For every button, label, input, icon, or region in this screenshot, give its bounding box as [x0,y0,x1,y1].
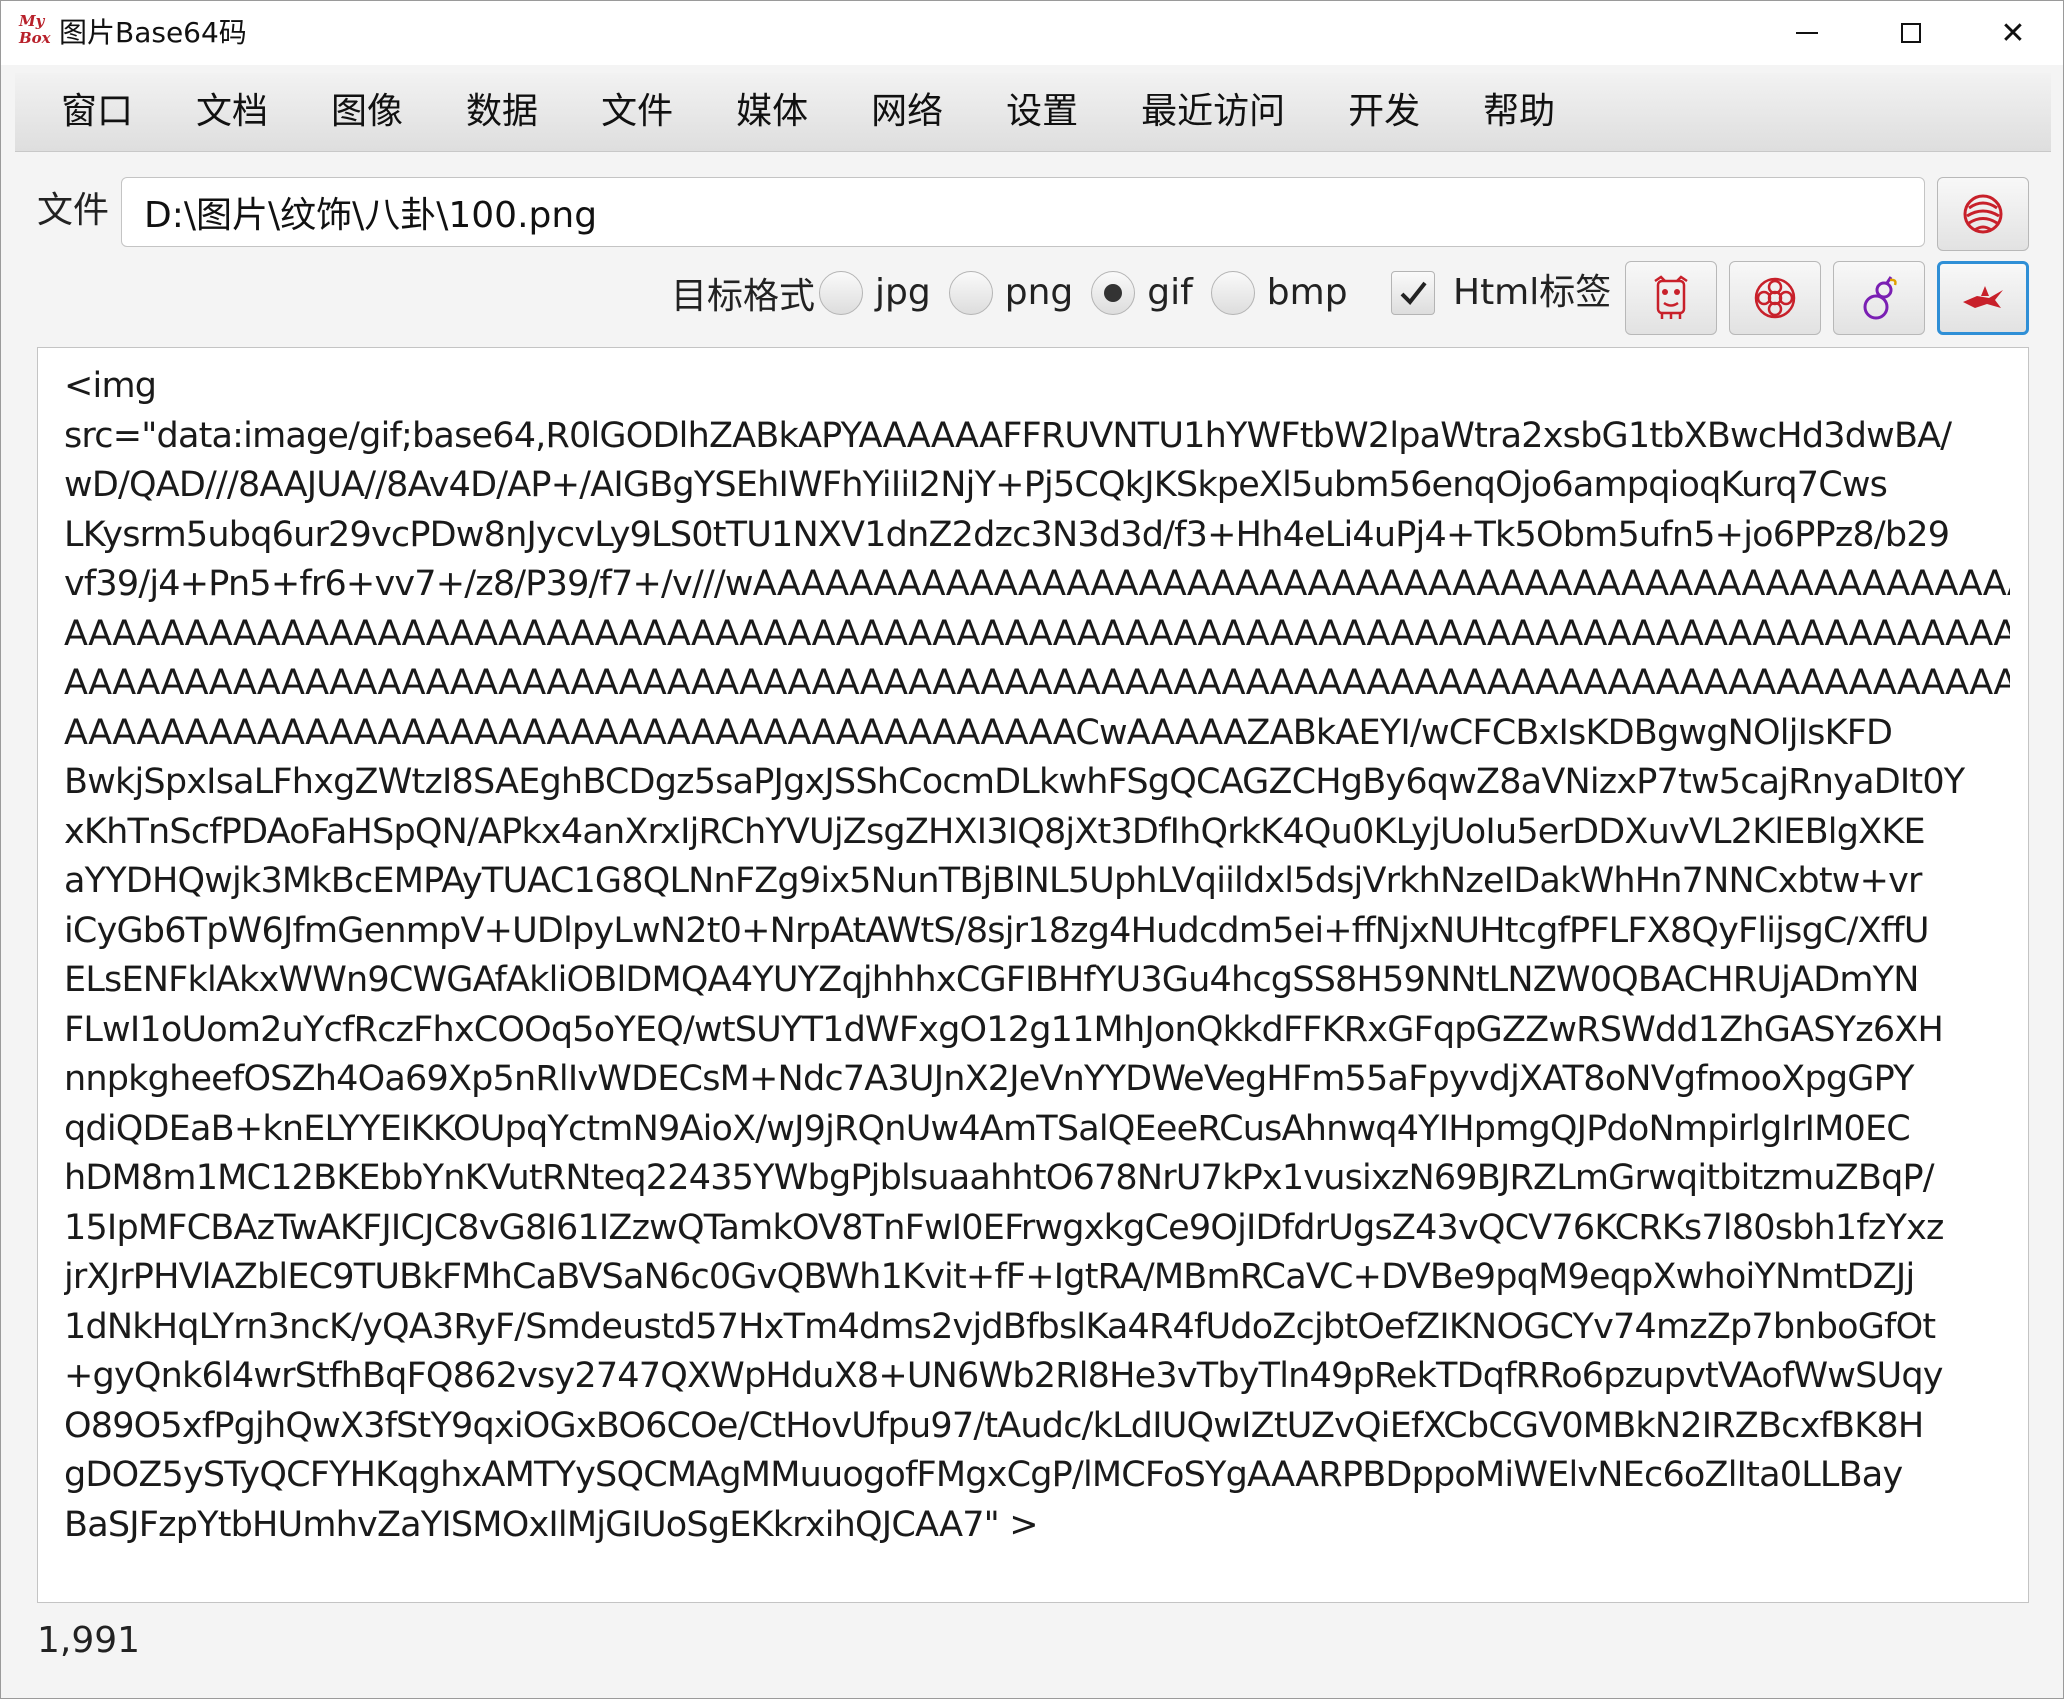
radio-jpg-circle[interactable] [819,271,863,315]
close-button[interactable]: ✕ [1961,1,2064,65]
menu-image[interactable]: 图像 [308,90,426,134]
menu-recent[interactable]: 最近访问 [1118,90,1308,134]
menu-document[interactable]: 文档 [173,90,291,134]
menu-help[interactable]: 帮助 [1460,90,1578,134]
output-line: BwkjSpxIsaLFhxgZWtzI8SAEghBCDgz5saPJgxJS… [64,762,1965,802]
mask-icon [1654,275,1688,319]
radio-png[interactable]: png [948,271,1080,315]
menu-window[interactable]: 窗口 [15,90,156,134]
bird-icon [1963,286,2003,308]
app-logo-text-my: My [19,12,45,30]
menu-file[interactable]: 文件 [578,90,696,134]
menu-settings[interactable]: 设置 [983,90,1101,134]
output-line: BaSJFzpYtbHUmhvZaYISMOxIlMjGIUoSgEKkrxih… [64,1504,1039,1545]
close-icon: ✕ [2000,15,2026,51]
wheel-icon [1754,277,1796,319]
target-format-label: 目标格式 [671,276,816,317]
output-line: wD/QAD///8AAJUA//8Av4D/AP+/AIGBgYSEhIWFh… [64,465,1888,505]
radio-jpg-label: jpg [875,272,931,313]
window-title: 图片Base64码 [59,16,247,49]
file-path-input[interactable] [121,177,1925,247]
output-line: jrXJrPHVlAZblEC9TUBkFMhCaBVSaN6c0GvQBWh1… [64,1257,1915,1297]
mask-button[interactable] [1625,261,1717,335]
output-line: vf39/j4+Pn5+fr6+vv7+/z8/P39/f7+/v///wAAA… [64,564,2010,604]
html-tag-checkbox-box[interactable] [1391,271,1435,315]
output-line: O89O5xfPgjhQwX3fStY9qxiOGxBO6COe/CtHovUf… [64,1405,1924,1446]
radio-gif[interactable]: gif [1091,271,1199,315]
menu-data[interactable]: 数据 [443,90,561,134]
output-line: 1dNkHqLYrn3ncK/yQA3RyF/Smdeustd57HxTm4dm… [64,1306,1936,1347]
output-line: +gyQnk6l4wrStfhBqFQ862vsy2747QXWpHduX8+U… [64,1356,1943,1396]
output-line: hDM8m1MC12BKEbbYnKVutRNteq22435YWbgPjbls… [64,1158,1935,1198]
minimize-icon [1796,32,1818,34]
output-line: qdiQDEaB+knELYYEIKKOUpqYctmN9AioX/wJ9jRQ… [64,1108,1911,1149]
output-line: AAAAAAAAAAAAAAAAAAAAAAAAAAAAAAAAAAAAAAAA… [64,712,1893,753]
output-line: 15IpMFCBAzTwAKFJICJC8vG8I61IZzwQTamkOV8T… [64,1207,1944,1248]
base64-output-textarea[interactable]: <img src="data:image/gif;base64,R0lGODlhZ… [37,347,2029,1603]
output-line: FLwI1oUom2uYcfRczFhxCOOq5oYEQ/wtSUYT1dWF… [64,1009,1944,1050]
menu-media[interactable]: 媒体 [713,90,831,134]
gourd-icon [1863,276,1897,320]
main-window: My Box 图片Base64码 ✕ 窗口 文档 图像 数据 文件 媒体 网络 … [0,0,2064,1699]
bird-button[interactable] [1937,261,2029,335]
output-line: LKysrm5ubq6ur29vcPDw8nJycvLy9LS0tTU1NXV1… [64,514,1950,555]
output-line: nnpkgheefOSZh4Oa69Xp5nRlIvWDECsM+Ndc7A3U… [64,1059,1915,1099]
maximize-icon [1901,23,1921,43]
format-radio-group: jpg png gif bmp [819,271,1366,315]
open-file-button[interactable] [1937,177,2029,251]
radio-png-circle[interactable] [948,271,993,315]
menu-network[interactable]: 网络 [848,90,966,134]
gourd-button[interactable] [1833,261,1925,335]
output-line: src="data:image/gif;base64,R0lGODlhZABkA… [64,415,1952,456]
output-line: AAAAAAAAAAAAAAAAAAAAAAAAAAAAAAAAAAAAAAAA… [64,663,2010,703]
output-line: ELsENFklAkxWWn9CWGAfAkliOBlDMQA4YUYZqjhh… [64,960,1919,1000]
file-label: 文件 [37,190,110,231]
output-line: iCyGb6TpW6JfmGenmpV+UDlpyLwN2t0+NrpAtAWt… [64,910,1929,951]
html-tag-label: Html标签 [1453,272,1612,313]
radio-gif-label: gif [1147,272,1193,313]
menu-develop[interactable]: 开发 [1325,90,1443,134]
menu-bar: 窗口 文档 图像 数据 文件 媒体 网络 设置 最近访问 开发 帮助 [15,73,2051,152]
html-tag-checkbox[interactable]: Html标签 [1391,271,1611,315]
output-line: aYYDHQwjk3MkBcEMPAyTUAC1G8QLNnFZg9ix5Nun… [64,861,1922,901]
radio-bmp-circle[interactable] [1210,271,1255,315]
app-logo-text-box: Box [19,29,51,47]
radio-bmp-label: bmp [1266,272,1348,313]
title-bar[interactable]: My Box 图片Base64码 ✕ [1,1,2063,65]
wheel-button[interactable] [1729,261,1821,335]
swirl-icon [1963,194,2003,234]
output-line: xKhTnScfPDAoFaHSpQN/APkx4anXrxIjRChYVUjZ… [64,811,1926,852]
output-line: gDOZ5ySTyQCFYHKqghxAMTYySQCMAgMMuuogofFM… [64,1455,1903,1495]
output-line: <img [64,366,157,406]
minimize-button[interactable] [1755,1,1859,65]
maximize-button[interactable] [1859,1,1963,65]
radio-bmp[interactable]: bmp [1210,271,1354,315]
character-count: 1,991 [37,1620,141,1661]
radio-gif-circle[interactable] [1091,271,1136,315]
radio-jpg[interactable]: jpg [819,271,937,315]
checkmark-icon [1400,281,1427,306]
radio-png-label: png [1004,272,1074,313]
app-logo: My Box [19,13,57,53]
output-line: AAAAAAAAAAAAAAAAAAAAAAAAAAAAAAAAAAAAAAAA… [64,613,2010,654]
